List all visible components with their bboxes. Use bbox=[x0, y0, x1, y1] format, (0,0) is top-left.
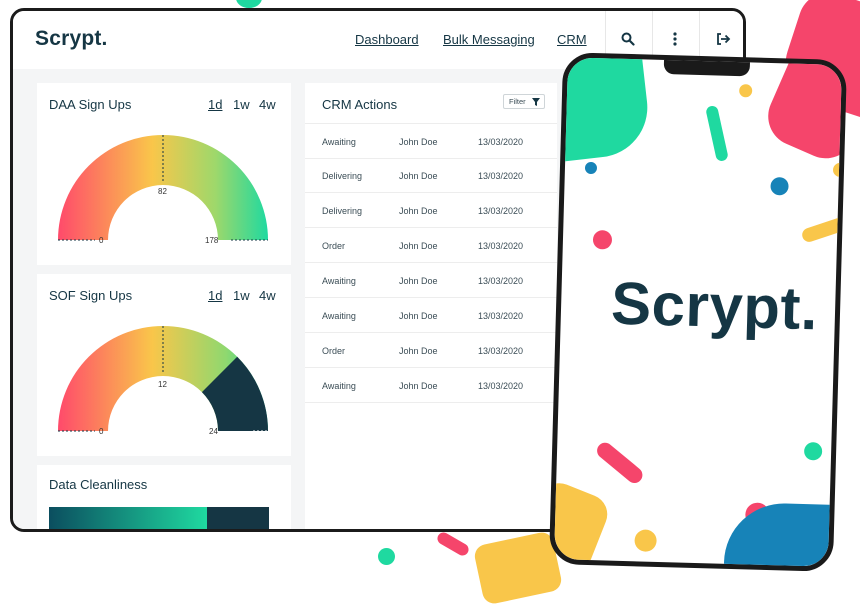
confetti-green-blob bbox=[236, 0, 262, 8]
crm-name-cell: John Doe bbox=[399, 381, 438, 391]
daa-panel: DAA Sign Ups 1d 1w 4w 82 0 178 bbox=[37, 83, 291, 265]
filter-label: Filter bbox=[509, 97, 526, 106]
table-row[interactable]: Awaiting John Doe 13/03/2020 bbox=[305, 368, 557, 403]
table-row[interactable]: Delivering John Doe 13/03/2020 bbox=[305, 158, 557, 193]
crm-name-cell: John Doe bbox=[399, 137, 438, 147]
data-cleanliness-panel: Data Cleanliness bbox=[37, 465, 291, 529]
table-row[interactable]: Awaiting John Doe 13/03/2020 bbox=[305, 124, 557, 159]
daa-range-1d[interactable]: 1d bbox=[208, 97, 222, 112]
nav-dashboard[interactable]: Dashboard bbox=[355, 32, 419, 47]
phone-confetti-green-blob bbox=[548, 52, 653, 164]
phone-notch bbox=[663, 57, 751, 77]
table-row[interactable]: Order John Doe 13/03/2020 bbox=[305, 228, 557, 263]
confetti-green-dot bbox=[378, 548, 395, 565]
phone-confetti-blue-dot-2 bbox=[770, 176, 789, 196]
crm-name-cell: John Doe bbox=[399, 241, 438, 251]
filter-icon bbox=[532, 98, 540, 106]
phone-confetti-green-dot bbox=[803, 442, 823, 461]
nav-crm[interactable]: CRM bbox=[557, 32, 587, 47]
crm-name-cell: John Doe bbox=[399, 311, 438, 321]
crm-date-cell: 13/03/2020 bbox=[478, 241, 524, 251]
sof-range-4w[interactable]: 4w bbox=[259, 288, 276, 303]
daa-gauge-value-label: 82 bbox=[158, 187, 167, 196]
data-cleanliness-bar-clean bbox=[49, 507, 207, 529]
crm-date-cell: 13/03/2020 bbox=[478, 346, 524, 356]
sof-range-1w[interactable]: 1w bbox=[233, 288, 250, 303]
data-cleanliness-bar-remaining bbox=[207, 507, 269, 529]
daa-range-1w[interactable]: 1w bbox=[233, 97, 250, 112]
crm-status-cell: Awaiting bbox=[322, 381, 356, 391]
daa-gauge-max-label: 178 bbox=[205, 236, 219, 245]
sof-gauge-max-label: 24 bbox=[209, 427, 218, 436]
crm-status-cell: Delivering bbox=[322, 171, 363, 181]
sof-gauge-min-label: 0 bbox=[99, 427, 104, 436]
crm-date-cell: 13/03/2020 bbox=[478, 137, 524, 147]
crm-date-cell: 13/03/2020 bbox=[478, 206, 524, 216]
crm-date-cell: 13/03/2020 bbox=[478, 311, 524, 321]
daa-range-4w[interactable]: 4w bbox=[259, 97, 276, 112]
phone-logo: Scrypt. bbox=[610, 269, 819, 343]
daa-title: DAA Sign Ups bbox=[49, 97, 132, 112]
crm-name-cell: John Doe bbox=[399, 206, 438, 216]
sof-title: SOF Sign Ups bbox=[49, 288, 133, 303]
filter-button[interactable]: Filter bbox=[503, 94, 545, 109]
crm-status-cell: Awaiting bbox=[322, 137, 356, 147]
phone-confetti-red-dot bbox=[592, 230, 613, 250]
more-vertical-icon bbox=[673, 32, 677, 46]
crm-status-cell: Order bbox=[322, 346, 346, 356]
phone-confetti-blue-dot-1 bbox=[584, 161, 598, 175]
logout-icon bbox=[717, 33, 731, 45]
phone-confetti-yellow-dot-2 bbox=[832, 162, 848, 178]
sof-panel: SOF Sign Ups 1d 1w 4w 12 0 24 bbox=[37, 274, 291, 456]
daa-gauge-min-label: 0 bbox=[99, 236, 104, 245]
crm-status-cell: Awaiting bbox=[322, 311, 356, 321]
table-row[interactable]: Delivering John Doe 13/03/2020 bbox=[305, 193, 557, 228]
table-row[interactable]: Awaiting John Doe 13/03/2020 bbox=[305, 263, 557, 298]
crm-date-cell: 13/03/2020 bbox=[478, 171, 524, 181]
confetti-red-pill bbox=[435, 530, 471, 558]
sof-gauge-value-label: 12 bbox=[158, 380, 167, 389]
phone-confetti-red-blob bbox=[758, 52, 848, 168]
phone-frame: Scrypt. bbox=[548, 52, 848, 572]
crm-status-cell: Order bbox=[322, 241, 346, 251]
crm-date-cell: 13/03/2020 bbox=[478, 276, 524, 286]
crm-date-cell: 13/03/2020 bbox=[478, 381, 524, 391]
nav-bulk-messaging[interactable]: Bulk Messaging bbox=[443, 32, 535, 47]
sof-range-1d[interactable]: 1d bbox=[208, 288, 222, 303]
crm-name-cell: John Doe bbox=[399, 171, 438, 181]
phone-confetti-blue-blob bbox=[722, 501, 848, 572]
table-row[interactable]: Order John Doe 13/03/2020 bbox=[305, 333, 557, 368]
crm-status-cell: Awaiting bbox=[322, 276, 356, 286]
crm-name-cell: John Doe bbox=[399, 276, 438, 286]
phone-confetti-yellow-blob bbox=[548, 477, 614, 572]
crm-status-cell: Delivering bbox=[322, 206, 363, 216]
crm-name-cell: John Doe bbox=[399, 346, 438, 356]
phone-confetti-yellow-pill bbox=[800, 215, 848, 244]
data-cleanliness-title: Data Cleanliness bbox=[49, 477, 148, 492]
crm-title: CRM Actions bbox=[322, 97, 398, 112]
table-row[interactable]: Awaiting John Doe 13/03/2020 bbox=[305, 298, 557, 333]
phone-confetti-green-pill bbox=[705, 104, 729, 163]
phone-confetti-yellow-dot bbox=[739, 84, 753, 98]
brand-logo[interactable]: Scrypt. bbox=[35, 27, 108, 51]
search-icon bbox=[621, 32, 635, 46]
crm-actions-panel: CRM Actions Filter Awaiting John Doe 13/03… bbox=[305, 83, 557, 529]
phone-confetti-red-pill bbox=[593, 439, 646, 487]
phone-confetti-yellow-dot-3 bbox=[634, 529, 657, 552]
